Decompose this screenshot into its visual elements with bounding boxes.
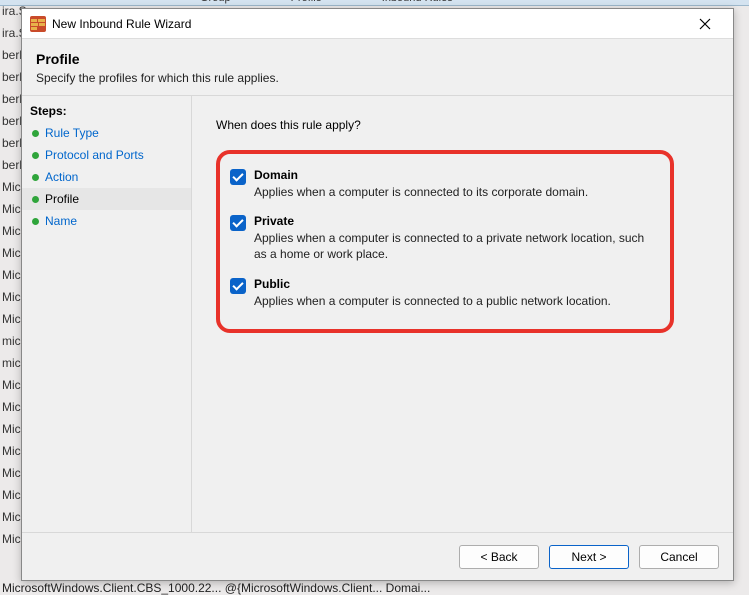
option-title: Public	[254, 277, 654, 291]
option-description: Applies when a computer is connected to …	[254, 184, 654, 200]
step-bullet-icon	[32, 152, 39, 159]
steps-heading: Steps:	[22, 104, 191, 122]
step-bullet-icon	[32, 174, 39, 181]
profile-option-public: Public Applies when a computer is connect…	[230, 277, 654, 309]
step-bullet-icon	[32, 218, 39, 225]
step-label: Name	[45, 214, 77, 228]
cancel-button[interactable]: Cancel	[639, 545, 719, 569]
option-description: Applies when a computer is connected to …	[254, 293, 654, 309]
option-title: Private	[254, 214, 654, 228]
dialog-title: New Inbound Rule Wizard	[52, 17, 683, 31]
page-title: Profile	[36, 51, 719, 67]
titlebar: New Inbound Rule Wizard	[22, 9, 733, 39]
checkbox-domain[interactable]	[230, 169, 246, 185]
wizard-header: Profile Specify the profiles for which t…	[22, 39, 733, 96]
option-description: Applies when a computer is connected to …	[254, 230, 654, 262]
step-label: Action	[45, 170, 78, 184]
steps-sidebar: Steps: Rule Type Protocol and Ports Action…	[22, 96, 192, 532]
checkbox-private[interactable]	[230, 215, 246, 231]
step-label: Protocol and Ports	[45, 148, 144, 162]
next-button[interactable]: Next >	[549, 545, 629, 569]
prompt-text: When does this rule apply?	[216, 118, 709, 132]
step-label: Rule Type	[45, 126, 99, 140]
page-subtitle: Specify the profiles for which this rule…	[36, 71, 719, 85]
step-label: Profile	[45, 192, 79, 206]
step-name[interactable]: Name	[22, 210, 191, 232]
profile-option-domain: Domain Applies when a computer is connect…	[230, 168, 654, 200]
close-icon	[699, 18, 711, 30]
checkbox-public[interactable]	[230, 278, 246, 294]
profile-option-private: Private Applies when a computer is connec…	[230, 214, 654, 262]
background-status-row: MicrosoftWindows.Client.CBS_1000.22... @…	[0, 581, 749, 595]
close-button[interactable]	[683, 10, 727, 38]
step-action[interactable]: Action	[22, 166, 191, 188]
wizard-footer: < Back Next > Cancel	[22, 532, 733, 580]
step-rule-type[interactable]: Rule Type	[22, 122, 191, 144]
option-title: Domain	[254, 168, 654, 182]
step-bullet-icon	[32, 196, 39, 203]
new-inbound-rule-wizard-dialog: New Inbound Rule Wizard Profile Specify …	[21, 8, 734, 581]
wizard-content: When does this rule apply? Domain Applies…	[192, 96, 733, 532]
firewall-icon	[30, 16, 46, 32]
profile-options-highlight: Domain Applies when a computer is connect…	[216, 150, 674, 333]
step-protocol-and-ports[interactable]: Protocol and Ports	[22, 144, 191, 166]
back-button[interactable]: < Back	[459, 545, 539, 569]
step-bullet-icon	[32, 130, 39, 137]
step-profile: Profile	[22, 188, 191, 210]
